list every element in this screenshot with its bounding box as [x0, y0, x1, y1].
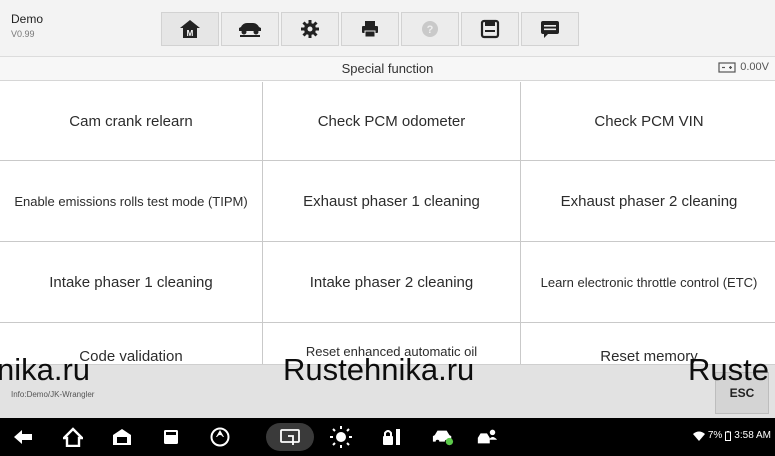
- vci-lock-icon: [383, 429, 400, 445]
- voltage-value: 0.00V: [740, 61, 769, 73]
- vci-manager-button[interactable]: [381, 426, 403, 448]
- print-button[interactable]: [341, 12, 399, 46]
- android-nav-bar: 7% 3:58 AM: [0, 418, 775, 456]
- vehicle-status-button[interactable]: [432, 426, 454, 448]
- printer-icon: [362, 21, 378, 38]
- vehicle-lift-icon: [239, 23, 261, 37]
- home-icon: M: [180, 20, 200, 38]
- home-outline-icon: [63, 427, 83, 447]
- recent-apps-icon: [164, 430, 178, 444]
- brightness-button[interactable]: [330, 426, 352, 448]
- settings-gear-icon: [301, 20, 319, 38]
- function-enable-emissions-rolls-test[interactable]: Enable emissions rolls test mode (TIPM): [0, 161, 262, 241]
- sub-header: Special function 0.00V: [0, 57, 775, 81]
- battery-percent: 7%: [707, 430, 723, 441]
- watermark-left: nika.ru: [0, 352, 91, 387]
- car-users-icon: [477, 429, 498, 444]
- function-intake-phaser-2-cleaning[interactable]: Intake phaser 2 cleaning: [263, 242, 520, 322]
- browser-button[interactable]: [209, 426, 231, 448]
- back-button[interactable]: [12, 426, 34, 448]
- screenshot-button[interactable]: [266, 423, 314, 451]
- function-check-pcm-odometer[interactable]: Check PCM odometer: [263, 82, 520, 160]
- watermark-right: Ruste: [688, 352, 769, 387]
- message-button[interactable]: [521, 12, 579, 46]
- browser-icon: [210, 427, 230, 447]
- help-icon: ?: [422, 21, 438, 37]
- car-check-icon: [432, 430, 454, 446]
- recent-apps-button[interactable]: [160, 426, 182, 448]
- battery-voltage-icon: [718, 62, 736, 73]
- brightness-icon: [330, 426, 352, 448]
- function-intake-phaser-1-cleaning[interactable]: Intake phaser 1 cleaning: [0, 242, 262, 322]
- function-exhaust-phaser-1-cleaning[interactable]: Exhaust phaser 1 cleaning: [263, 161, 520, 241]
- app-title: Demo: [11, 12, 44, 26]
- remote-expert-button[interactable]: [476, 426, 498, 448]
- back-arrow-icon: [14, 430, 32, 444]
- voltage-indicator: 0.00V: [718, 61, 769, 73]
- svg-text:M: M: [187, 29, 194, 38]
- function-grid: Cam crank relearn Check PCM odometer Che…: [0, 82, 775, 364]
- home-button[interactable]: M: [161, 12, 219, 46]
- vehicle-lift-button[interactable]: [221, 12, 279, 46]
- page-title: Special function: [341, 61, 434, 76]
- battery-icon: [725, 430, 732, 441]
- help-button[interactable]: ?: [401, 12, 459, 46]
- function-check-pcm-vin[interactable]: Check PCM VIN: [521, 82, 775, 160]
- toolbar: M ?: [161, 12, 581, 46]
- garage-icon: [113, 429, 131, 445]
- function-cam-crank-relearn[interactable]: Cam crank relearn: [0, 82, 262, 160]
- screenshot-icon: [280, 429, 300, 445]
- wifi-icon: [692, 431, 705, 441]
- app-version: V0.99: [11, 29, 35, 39]
- svg-text:?: ?: [427, 24, 434, 36]
- function-exhaust-phaser-2-cleaning[interactable]: Exhaust phaser 2 cleaning: [521, 161, 775, 241]
- status-area: 7% 3:58 AM: [692, 430, 771, 441]
- function-learn-etc[interactable]: Learn electronic throttle control (ETC): [521, 242, 775, 322]
- save-button[interactable]: [461, 12, 519, 46]
- vci-home-button[interactable]: [111, 426, 133, 448]
- message-icon: [541, 21, 559, 38]
- settings-button[interactable]: [281, 12, 339, 46]
- top-header: Demo V0.99 M ?: [0, 0, 775, 57]
- watermark-center: Rustehnika.ru: [283, 352, 475, 387]
- home-nav-button[interactable]: [62, 426, 84, 448]
- save-icon: [480, 19, 500, 39]
- info-path: Info:Demo/JK-Wrangler: [11, 390, 95, 399]
- clock-time: 3:58 AM: [734, 430, 771, 441]
